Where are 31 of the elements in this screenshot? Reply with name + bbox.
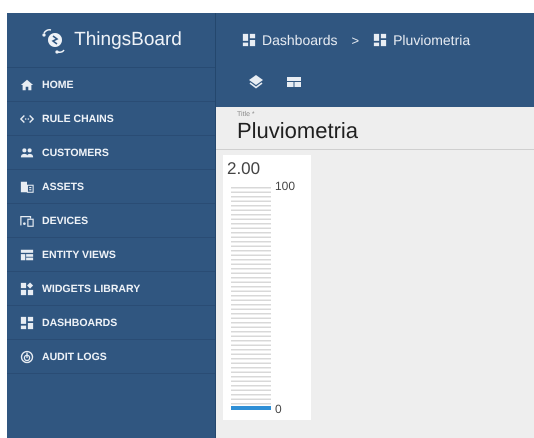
breadcrumb-link[interactable]: Pluviometria <box>393 32 470 48</box>
radar-icon <box>20 350 34 364</box>
sidebar-item[interactable]: AUDIT LOGS <box>7 340 215 374</box>
layers-icon <box>248 74 264 90</box>
devices-icon <box>20 214 34 228</box>
home-icon <box>20 78 34 92</box>
dashboard-icon <box>242 33 256 47</box>
toolbar-button[interactable] <box>248 74 264 90</box>
breadcrumb-separator: > <box>352 32 360 48</box>
sidebar-item[interactable]: HOME <box>7 68 215 102</box>
gauge-value: 2.00 <box>227 159 262 179</box>
brand-name: ThingsBoard <box>74 29 182 51</box>
sidebar-item[interactable]: ENTITY VIEWS <box>7 238 215 272</box>
sidebar-item[interactable]: WIDGETS LIBRARY <box>7 272 215 306</box>
sidebar-item[interactable]: DEVICES <box>7 204 215 238</box>
table-icon <box>20 248 34 262</box>
sidebar-item[interactable]: RULE CHAINS <box>7 102 215 136</box>
people-icon <box>20 146 34 160</box>
building-icon <box>20 180 34 194</box>
dashboard-icon <box>373 33 388 47</box>
field-value: Pluviometria <box>237 118 360 145</box>
breadcrumb-link[interactable]: Dashboards <box>262 32 338 48</box>
toolbar-button[interactable] <box>286 74 302 90</box>
scale-label: 100 <box>275 179 296 193</box>
layout-icon <box>286 74 302 90</box>
scale-label: 0 <box>275 402 283 416</box>
sidebar-item[interactable]: ASSETS <box>7 170 215 204</box>
sidebar-item[interactable]: CUSTOMERS <box>7 136 215 170</box>
widgets-icon <box>20 282 34 296</box>
sidebar-item[interactable]: DASHBOARDS <box>7 306 215 340</box>
dashboard-icon <box>20 316 34 330</box>
